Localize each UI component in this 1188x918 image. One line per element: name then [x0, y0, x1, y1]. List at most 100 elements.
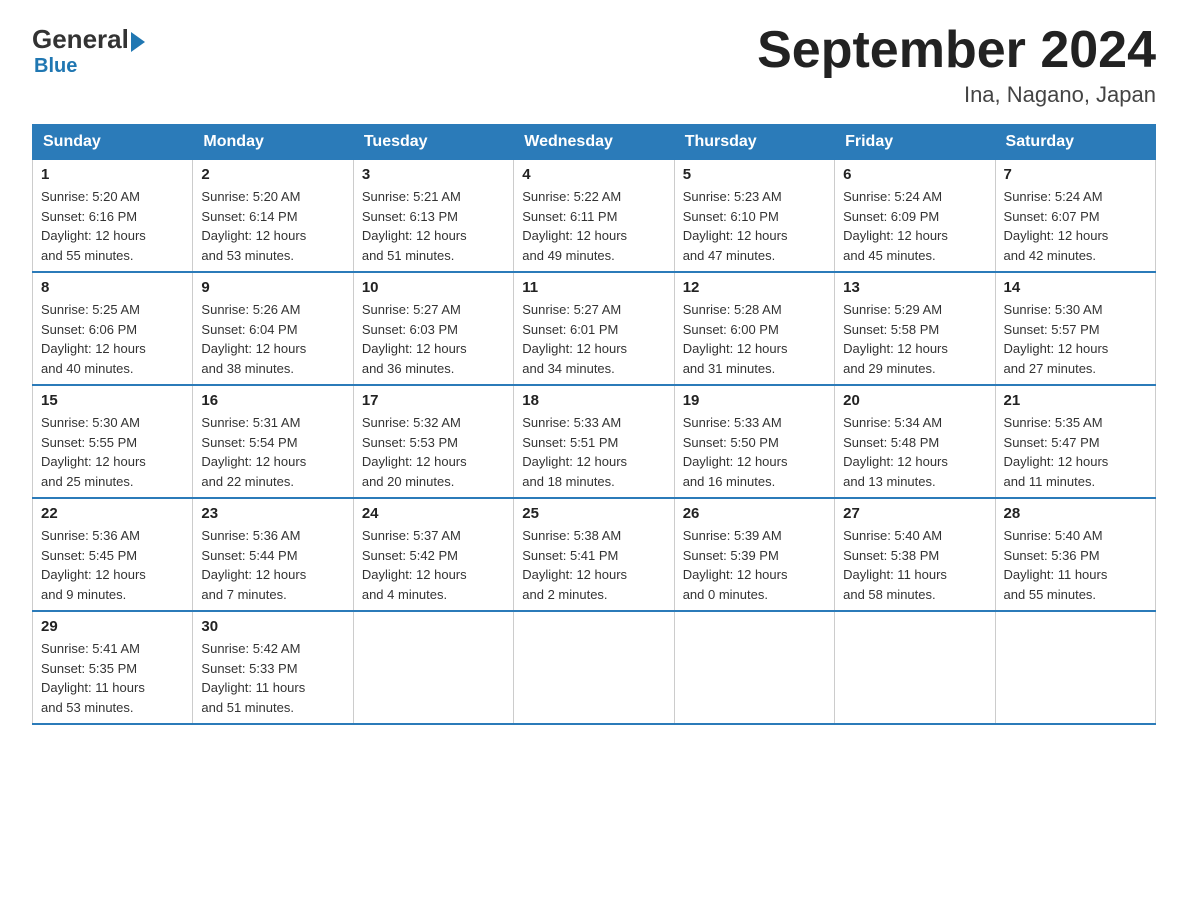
calendar-day-cell: 15 Sunrise: 5:30 AMSunset: 5:55 PMDayligh…: [33, 385, 193, 498]
calendar-day-cell: 22 Sunrise: 5:36 AMSunset: 5:45 PMDayligh…: [33, 498, 193, 611]
day-info: Sunrise: 5:31 AMSunset: 5:54 PMDaylight:…: [201, 413, 344, 491]
day-number: 2: [201, 166, 344, 183]
calendar-header-wednesday: Wednesday: [514, 125, 674, 160]
calendar-day-cell: 7 Sunrise: 5:24 AMSunset: 6:07 PMDaylight…: [995, 160, 1155, 273]
day-number: 3: [362, 166, 505, 183]
day-info: Sunrise: 5:27 AMSunset: 6:03 PMDaylight:…: [362, 300, 505, 378]
calendar-day-cell: 11 Sunrise: 5:27 AMSunset: 6:01 PMDayligh…: [514, 272, 674, 385]
day-info: Sunrise: 5:40 AMSunset: 5:36 PMDaylight:…: [1004, 526, 1147, 604]
day-number: 20: [843, 392, 986, 409]
day-info: Sunrise: 5:33 AMSunset: 5:51 PMDaylight:…: [522, 413, 665, 491]
calendar-day-cell: 25 Sunrise: 5:38 AMSunset: 5:41 PMDayligh…: [514, 498, 674, 611]
calendar-week-row: 8Sunrise: 5:25 AMSunset: 6:06 PMDaylight…: [33, 272, 1156, 385]
day-number: 12: [683, 279, 826, 296]
calendar-table: SundayMondayTuesdayWednesdayThursdayFrid…: [32, 124, 1156, 725]
calendar-day-cell: 19Sunrise: 5:33 AMSunset: 5:50 PMDayligh…: [674, 385, 834, 498]
calendar-day-cell: 12 Sunrise: 5:28 AMSunset: 6:00 PMDayligh…: [674, 272, 834, 385]
day-info: Sunrise: 5:20 AMSunset: 6:14 PMDaylight:…: [201, 187, 344, 265]
day-number: 6: [843, 166, 986, 183]
logo-blue-text: Blue: [34, 55, 77, 78]
calendar-day-cell: 14 Sunrise: 5:30 AMSunset: 5:57 PMDayligh…: [995, 272, 1155, 385]
calendar-week-row: 22 Sunrise: 5:36 AMSunset: 5:45 PMDayligh…: [33, 498, 1156, 611]
logo: General Blue: [32, 24, 147, 78]
day-info: Sunrise: 5:36 AMSunset: 5:44 PMDaylight:…: [201, 526, 344, 604]
day-info: Sunrise: 5:20 AMSunset: 6:16 PMDaylight:…: [41, 187, 184, 265]
calendar-day-cell: 8Sunrise: 5:25 AMSunset: 6:06 PMDaylight…: [33, 272, 193, 385]
calendar-week-row: 29 Sunrise: 5:41 AMSunset: 5:35 PMDayligh…: [33, 611, 1156, 724]
calendar-day-cell: 9 Sunrise: 5:26 AMSunset: 6:04 PMDaylight…: [193, 272, 353, 385]
calendar-day-cell: 29 Sunrise: 5:41 AMSunset: 5:35 PMDayligh…: [33, 611, 193, 724]
calendar-day-cell: [995, 611, 1155, 724]
day-number: 26: [683, 505, 826, 522]
calendar-day-cell: [514, 611, 674, 724]
day-number: 10: [362, 279, 505, 296]
day-info: Sunrise: 5:22 AMSunset: 6:11 PMDaylight:…: [522, 187, 665, 265]
day-info: Sunrise: 5:37 AMSunset: 5:42 PMDaylight:…: [362, 526, 505, 604]
calendar-day-cell: 24 Sunrise: 5:37 AMSunset: 5:42 PMDayligh…: [353, 498, 513, 611]
calendar-header-sunday: Sunday: [33, 125, 193, 160]
calendar-day-cell: 18 Sunrise: 5:33 AMSunset: 5:51 PMDayligh…: [514, 385, 674, 498]
day-info: Sunrise: 5:23 AMSunset: 6:10 PMDaylight:…: [683, 187, 826, 265]
day-number: 30: [201, 618, 344, 635]
day-number: 24: [362, 505, 505, 522]
calendar-day-cell: 20 Sunrise: 5:34 AMSunset: 5:48 PMDayligh…: [835, 385, 995, 498]
calendar-day-cell: 23 Sunrise: 5:36 AMSunset: 5:44 PMDayligh…: [193, 498, 353, 611]
day-info: Sunrise: 5:28 AMSunset: 6:00 PMDaylight:…: [683, 300, 826, 378]
calendar-day-cell: 26Sunrise: 5:39 AMSunset: 5:39 PMDayligh…: [674, 498, 834, 611]
calendar-day-cell: 5 Sunrise: 5:23 AMSunset: 6:10 PMDaylight…: [674, 160, 834, 273]
day-info: Sunrise: 5:33 AMSunset: 5:50 PMDaylight:…: [683, 413, 826, 491]
day-number: 9: [201, 279, 344, 296]
calendar-day-cell: 10 Sunrise: 5:27 AMSunset: 6:03 PMDayligh…: [353, 272, 513, 385]
calendar-day-cell: [835, 611, 995, 724]
logo-arrow-icon: [131, 32, 145, 52]
calendar-day-cell: 21Sunrise: 5:35 AMSunset: 5:47 PMDayligh…: [995, 385, 1155, 498]
calendar-header-thursday: Thursday: [674, 125, 834, 160]
calendar-header-monday: Monday: [193, 125, 353, 160]
calendar-header-saturday: Saturday: [995, 125, 1155, 160]
day-number: 1: [41, 166, 184, 183]
day-number: 7: [1004, 166, 1147, 183]
day-number: 21: [1004, 392, 1147, 409]
calendar-week-row: 1 Sunrise: 5:20 AMSunset: 6:16 PMDaylight…: [33, 160, 1156, 273]
day-number: 16: [201, 392, 344, 409]
day-info: Sunrise: 5:40 AMSunset: 5:38 PMDaylight:…: [843, 526, 986, 604]
day-info: Sunrise: 5:26 AMSunset: 6:04 PMDaylight:…: [201, 300, 344, 378]
day-number: 22: [41, 505, 184, 522]
calendar-day-cell: [674, 611, 834, 724]
day-number: 11: [522, 279, 665, 296]
day-number: 18: [522, 392, 665, 409]
day-number: 23: [201, 505, 344, 522]
day-info: Sunrise: 5:30 AMSunset: 5:57 PMDaylight:…: [1004, 300, 1147, 378]
day-info: Sunrise: 5:34 AMSunset: 5:48 PMDaylight:…: [843, 413, 986, 491]
day-info: Sunrise: 5:29 AMSunset: 5:58 PMDaylight:…: [843, 300, 986, 378]
day-number: 29: [41, 618, 184, 635]
calendar-day-cell: [353, 611, 513, 724]
logo-general-text: General: [32, 24, 129, 55]
day-number: 4: [522, 166, 665, 183]
location-text: Ina, Nagano, Japan: [757, 82, 1156, 108]
day-number: 25: [522, 505, 665, 522]
calendar-week-row: 15 Sunrise: 5:30 AMSunset: 5:55 PMDayligh…: [33, 385, 1156, 498]
calendar-day-cell: 13 Sunrise: 5:29 AMSunset: 5:58 PMDayligh…: [835, 272, 995, 385]
day-number: 13: [843, 279, 986, 296]
day-info: Sunrise: 5:38 AMSunset: 5:41 PMDaylight:…: [522, 526, 665, 604]
calendar-day-cell: 4 Sunrise: 5:22 AMSunset: 6:11 PMDaylight…: [514, 160, 674, 273]
day-number: 15: [41, 392, 184, 409]
day-info: Sunrise: 5:27 AMSunset: 6:01 PMDaylight:…: [522, 300, 665, 378]
day-info: Sunrise: 5:25 AMSunset: 6:06 PMDaylight:…: [41, 300, 184, 378]
calendar-day-cell: 30Sunrise: 5:42 AMSunset: 5:33 PMDayligh…: [193, 611, 353, 724]
day-number: 27: [843, 505, 986, 522]
calendar-day-cell: 28Sunrise: 5:40 AMSunset: 5:36 PMDayligh…: [995, 498, 1155, 611]
day-info: Sunrise: 5:30 AMSunset: 5:55 PMDaylight:…: [41, 413, 184, 491]
calendar-day-cell: 1 Sunrise: 5:20 AMSunset: 6:16 PMDaylight…: [33, 160, 193, 273]
day-info: Sunrise: 5:36 AMSunset: 5:45 PMDaylight:…: [41, 526, 184, 604]
day-info: Sunrise: 5:24 AMSunset: 6:07 PMDaylight:…: [1004, 187, 1147, 265]
day-number: 5: [683, 166, 826, 183]
page-header: General Blue September 2024 Ina, Nagano,…: [32, 24, 1156, 108]
day-number: 14: [1004, 279, 1147, 296]
day-number: 17: [362, 392, 505, 409]
day-info: Sunrise: 5:41 AMSunset: 5:35 PMDaylight:…: [41, 639, 184, 717]
title-section: September 2024 Ina, Nagano, Japan: [757, 24, 1156, 108]
calendar-day-cell: 3Sunrise: 5:21 AMSunset: 6:13 PMDaylight…: [353, 160, 513, 273]
day-info: Sunrise: 5:24 AMSunset: 6:09 PMDaylight:…: [843, 187, 986, 265]
